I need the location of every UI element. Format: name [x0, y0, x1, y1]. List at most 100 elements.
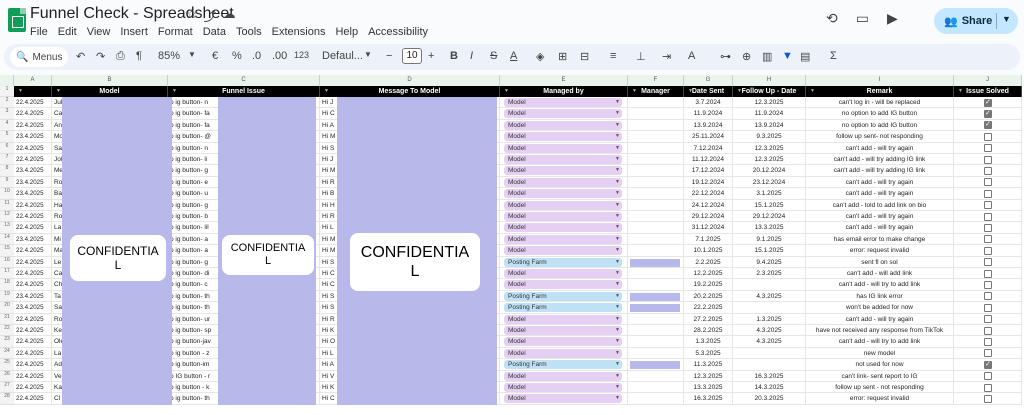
date-sent-cell[interactable]: 22.2.2025	[684, 302, 733, 314]
follow-up-cell[interactable]: 4.3.2025	[733, 325, 806, 337]
date-sent-cell[interactable]: 11.9.2024	[684, 108, 733, 120]
follow-up-cell[interactable]: 23.12.2024	[733, 176, 806, 189]
remark-cell[interactable]: sent fl on sol	[806, 256, 954, 268]
history-icon[interactable]: ⟲	[826, 10, 838, 27]
issue-solved-checkbox[interactable]	[984, 349, 992, 358]
remark-cell[interactable]: can't add - will try to add link	[806, 279, 954, 291]
remark-cell[interactable]: can't link- sent report to IG	[806, 370, 954, 382]
column-header[interactable]: Managed by ▼	[500, 86, 628, 97]
text-color-icon[interactable]: A	[510, 50, 517, 62]
follow-up-cell[interactable]	[733, 279, 806, 291]
fill-color-icon[interactable]: ◈	[536, 50, 544, 63]
date-sent-cell[interactable]: 10.1.2025	[684, 245, 733, 257]
manager-cell[interactable]	[628, 336, 684, 348]
managed-by-chip[interactable]: Model ▼	[504, 109, 622, 119]
filter-dropdown-icon[interactable]: ▼	[688, 86, 693, 97]
date-sent-cell[interactable]: 24.12.2024	[684, 199, 733, 211]
date-cell[interactable]: 22.4.2025	[14, 382, 52, 394]
date-cell[interactable]: 22.4.2025	[14, 97, 52, 109]
font-dropdown-icon[interactable]: ▼	[364, 50, 372, 59]
manager-cell[interactable]	[628, 199, 684, 211]
managed-by-chip[interactable]: Model ▼	[504, 212, 622, 221]
menu-file[interactable]: File	[30, 26, 48, 38]
date-cell[interactable]: 22.4.2025	[14, 313, 52, 325]
manager-cell[interactable]	[628, 222, 684, 234]
issue-solved-checkbox[interactable]	[984, 383, 992, 392]
column-header[interactable]: Funnel Issue ▼	[168, 86, 320, 97]
issue-solved-checkbox[interactable]	[984, 166, 992, 175]
manager-cell[interactable]	[628, 108, 684, 120]
font-size-decrease-button[interactable]: −	[386, 50, 392, 62]
date-sent-cell[interactable]: 7.12.2024	[684, 142, 733, 154]
date-cell[interactable]: 22.4.2025	[14, 279, 52, 291]
follow-up-cell[interactable]: 15.1.2025	[733, 199, 806, 211]
chip-dropdown-icon[interactable]: ▼	[615, 383, 620, 392]
chip-dropdown-icon[interactable]: ▼	[615, 201, 620, 210]
menu-accessibility[interactable]: Accessibility	[368, 26, 428, 38]
functions-icon[interactable]: Σ	[830, 50, 837, 62]
issue-solved-checkbox[interactable]	[984, 337, 992, 346]
chip-dropdown-icon[interactable]: ▼	[615, 246, 620, 255]
date-cell[interactable]: 23.4.2025	[14, 176, 52, 189]
follow-up-cell[interactable]: 11.9.2024	[733, 108, 806, 120]
sheets-logo-icon[interactable]	[8, 8, 26, 32]
font-size-increase-button[interactable]: +	[428, 50, 434, 62]
managed-by-chip[interactable]: Model ▼	[504, 337, 622, 347]
date-cell[interactable]: 22.4.2025	[14, 268, 52, 280]
remark-cell[interactable]: no option to add IG button	[806, 119, 954, 132]
issue-solved-checkbox[interactable]	[984, 258, 992, 267]
follow-up-cell[interactable]: 9.3.2025	[733, 131, 806, 143]
chip-dropdown-icon[interactable]: ▼	[615, 166, 620, 175]
managed-by-chip[interactable]: Posting Farm ▼	[504, 291, 622, 301]
date-sent-cell[interactable]: 19.2.2025	[684, 279, 733, 291]
date-cell[interactable]: 22.4.2025	[14, 359, 52, 371]
issue-solved-checkbox[interactable]	[984, 326, 992, 335]
date-sent-cell[interactable]: 28.2.2025	[684, 325, 733, 337]
managed-by-chip[interactable]: Model ▼	[504, 348, 622, 358]
remark-cell[interactable]: can't add - will try again	[806, 211, 954, 223]
issue-solved-checkbox[interactable]	[984, 144, 992, 153]
chip-dropdown-icon[interactable]: ▼	[615, 360, 620, 369]
chip-dropdown-icon[interactable]: ▼	[615, 235, 620, 244]
chip-dropdown-icon[interactable]: ▼	[615, 212, 620, 221]
manager-cell[interactable]	[628, 188, 684, 200]
issue-solved-checkbox[interactable]	[984, 120, 992, 130]
follow-up-cell[interactable]: 12.3.2025	[733, 97, 806, 109]
date-sent-cell[interactable]: 2.2.2025	[684, 256, 733, 268]
managed-by-chip[interactable]: Model ▼	[504, 326, 622, 335]
manager-cell[interactable]	[628, 97, 684, 109]
chip-dropdown-icon[interactable]: ▼	[615, 326, 620, 335]
follow-up-cell[interactable]: 9.4.2025	[733, 256, 806, 268]
issue-solved-checkbox[interactable]	[984, 109, 992, 118]
currency-format-button[interactable]: €	[212, 50, 218, 62]
column-letter-A[interactable]: A	[14, 75, 52, 86]
remark-cell[interactable]: follow up sent- not responding	[806, 131, 954, 143]
date-sent-cell[interactable]: 20.2.2025	[684, 290, 733, 303]
issue-solved-checkbox[interactable]	[984, 269, 992, 278]
remark-cell[interactable]: can't add - will add link	[806, 268, 954, 280]
number-format-button[interactable]: 123	[294, 50, 309, 60]
manager-cell[interactable]	[628, 313, 684, 325]
remark-cell[interactable]: no option to add IG button	[806, 108, 954, 120]
paint-format-icon[interactable]: ¶	[136, 50, 142, 62]
remark-cell[interactable]: can't add - will try adding IG link	[806, 154, 954, 166]
date-cell[interactable]: 23.4.2025	[14, 131, 52, 143]
date-sent-cell[interactable]: 27.2.2025	[684, 313, 733, 325]
managed-by-chip[interactable]: Model ▼	[504, 98, 622, 107]
managed-by-chip[interactable]: Model ▼	[504, 200, 622, 210]
manager-cell[interactable]	[628, 268, 684, 280]
print-icon[interactable]: ⎙	[116, 50, 125, 63]
vertical-align-icon[interactable]: ⊥	[636, 50, 646, 63]
date-cell[interactable]: 22.4.2025	[14, 211, 52, 223]
follow-up-cell[interactable]: 9.1.2025	[733, 233, 806, 246]
follow-up-cell[interactable]	[733, 347, 806, 360]
text-rotate-icon[interactable]: A	[688, 50, 695, 62]
chip-dropdown-icon[interactable]: ▼	[615, 303, 620, 312]
filter-dropdown-icon[interactable]: ▼	[737, 86, 742, 97]
text-wrap-icon[interactable]: ⇥	[662, 50, 671, 63]
font-size-input[interactable]: 10	[402, 48, 422, 64]
date-sent-cell[interactable]: 25.11.2024	[684, 131, 733, 143]
date-cell[interactable]: 22.4.2025	[14, 119, 52, 132]
share-dropdown-icon[interactable]: ▼	[1002, 14, 1011, 24]
follow-up-cell[interactable]: 1.3.2025	[733, 313, 806, 325]
